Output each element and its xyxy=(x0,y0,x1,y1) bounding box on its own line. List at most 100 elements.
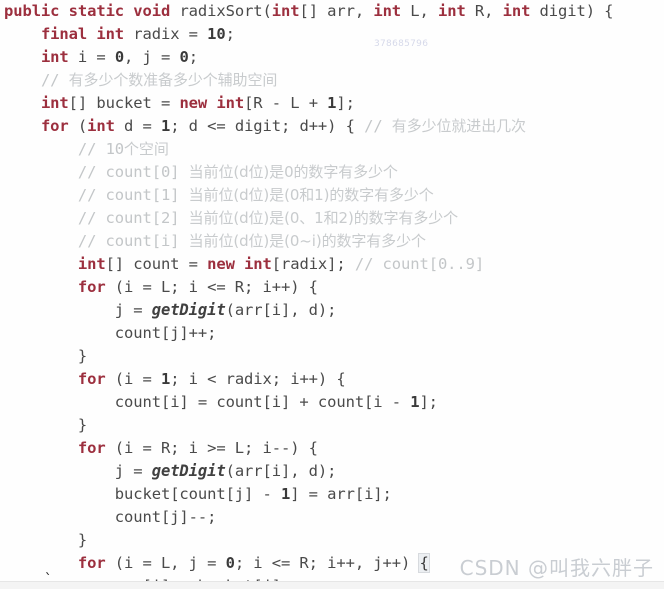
code-line[interactable]: bucket[count[j] - 1] = arr[i]; xyxy=(0,483,664,506)
code-token: 1 xyxy=(160,370,171,388)
code-token: int xyxy=(373,2,402,20)
code-line[interactable]: j = getDigit(arr[i], d); xyxy=(0,299,664,322)
code-token: count[i] = count[i] + count[i - xyxy=(114,393,411,411)
code-token: 10 xyxy=(207,25,226,43)
code-token: int xyxy=(271,2,300,20)
code-line[interactable]: } xyxy=(0,414,664,437)
code-token: j = xyxy=(114,301,152,319)
code-token: { xyxy=(418,553,430,573)
code-token: digit) { xyxy=(530,2,614,20)
code-line[interactable]: for (int d = 1; d <= digit; d++) { // 有多… xyxy=(0,115,664,138)
code-line[interactable]: for (i = R; i >= L; i--) { xyxy=(0,437,664,460)
code-token: // count[1] xyxy=(77,186,189,204)
code-line[interactable]: // 有多少个数准备多少个辅助空间 xyxy=(0,69,664,92)
code-token: ; i <= R; i++, j++) xyxy=(234,554,420,572)
code-token: (i = L, j = xyxy=(105,554,226,572)
code-line[interactable]: final int radix = 10; xyxy=(0,23,664,46)
code-line[interactable]: // count[1] 当前位(d位)是(0和1)的数字有多少个 xyxy=(0,184,664,207)
code-token: for xyxy=(40,117,69,135)
code-token: // count[0..9] xyxy=(354,255,485,273)
code-line[interactable]: int[] bucket = new int[R - L + 1]; xyxy=(0,92,664,115)
code-token: // count[i] xyxy=(77,232,189,250)
code-line[interactable]: // count[2] 当前位(d位)是(0、1和2)的数字有多少个 xyxy=(0,207,664,230)
code-token: } xyxy=(77,347,88,365)
code-line[interactable]: count[j]--; xyxy=(0,506,664,529)
code-token: int xyxy=(502,2,531,20)
code-token: (arr[i], d); xyxy=(225,462,337,480)
code-token: 有多少个数准备多少个辅助空间 xyxy=(68,71,278,89)
code-viewport[interactable]: public static void radixSort(int[] arr, … xyxy=(0,0,664,589)
code-token: (i = L; i <= R; i++) { xyxy=(105,278,318,296)
code-token: // xyxy=(364,117,392,135)
code-token: [] arr, xyxy=(299,2,374,20)
code-token: public xyxy=(4,2,60,20)
code-token: ] = arr[i]; xyxy=(290,485,392,503)
code-token: static xyxy=(68,2,125,20)
code-token: int xyxy=(77,255,106,273)
code-token: new xyxy=(207,255,235,273)
code-token: 有多少位就进出几次 xyxy=(391,117,526,135)
code-line[interactable]: // 10个空间 xyxy=(0,138,664,161)
code-token: final xyxy=(40,25,88,43)
code-token: R, xyxy=(465,2,503,20)
code-token: L, xyxy=(401,2,438,20)
code-token: int xyxy=(96,25,125,43)
watermark-csdn: CSDN @叫我六胖子 xyxy=(459,556,654,580)
code-token: // xyxy=(77,140,106,158)
code-token: count[j]++; xyxy=(114,324,217,342)
code-token: (i = R; i >= L; i--) { xyxy=(105,439,318,457)
code-token: for xyxy=(77,554,106,572)
code-token: ; xyxy=(188,48,198,66)
code-token: count[j]--; xyxy=(114,508,217,526)
code-line[interactable]: int i = 0, j = 0; xyxy=(0,46,664,69)
code-line[interactable]: } xyxy=(0,529,664,552)
code-line[interactable]: int[] count = new int[radix]; // count[0… xyxy=(0,253,664,276)
code-line[interactable]: for (i = 1; i < radix; i++) { xyxy=(0,368,664,391)
code-token: // xyxy=(40,71,69,89)
code-token: radixSort( xyxy=(170,2,272,20)
code-token: 0 xyxy=(114,48,125,66)
code-lines-container[interactable]: public static void radixSort(int[] arr, … xyxy=(0,0,664,589)
code-token: getDigit xyxy=(151,301,226,319)
code-token: ; i < radix; i++) { xyxy=(170,370,346,388)
code-line[interactable]: for (i = L; i <= R; i++) { xyxy=(0,276,664,299)
code-token: ( xyxy=(68,117,88,135)
code-line[interactable]: public static void radixSort(int[] arr, … xyxy=(0,0,664,23)
code-token: (i = xyxy=(105,370,161,388)
code-token: for xyxy=(77,278,106,296)
code-line[interactable]: count[j]++; xyxy=(0,322,664,345)
code-line[interactable]: // count[i] 当前位(d位)是(0~i)的数字有多少个 xyxy=(0,230,664,253)
code-token: (arr[i], d); xyxy=(225,301,337,319)
code-token: 0 xyxy=(179,48,189,66)
code-token: int xyxy=(87,117,115,135)
code-token: } xyxy=(77,531,88,549)
code-token: 10 xyxy=(105,140,125,158)
code-token: ; d <= digit; d++) { xyxy=(170,117,365,135)
code-token: i = xyxy=(68,48,115,66)
code-line[interactable]: // count[0] 当前位(d位)是0的数字有多少个 xyxy=(0,161,664,184)
code-line[interactable]: count[i] = count[i] + count[i - 1]; xyxy=(0,391,664,414)
code-line[interactable]: } xyxy=(0,345,664,368)
code-token: int xyxy=(244,255,272,273)
code-line[interactable]: j = getDigit(arr[i], d); xyxy=(0,460,664,483)
